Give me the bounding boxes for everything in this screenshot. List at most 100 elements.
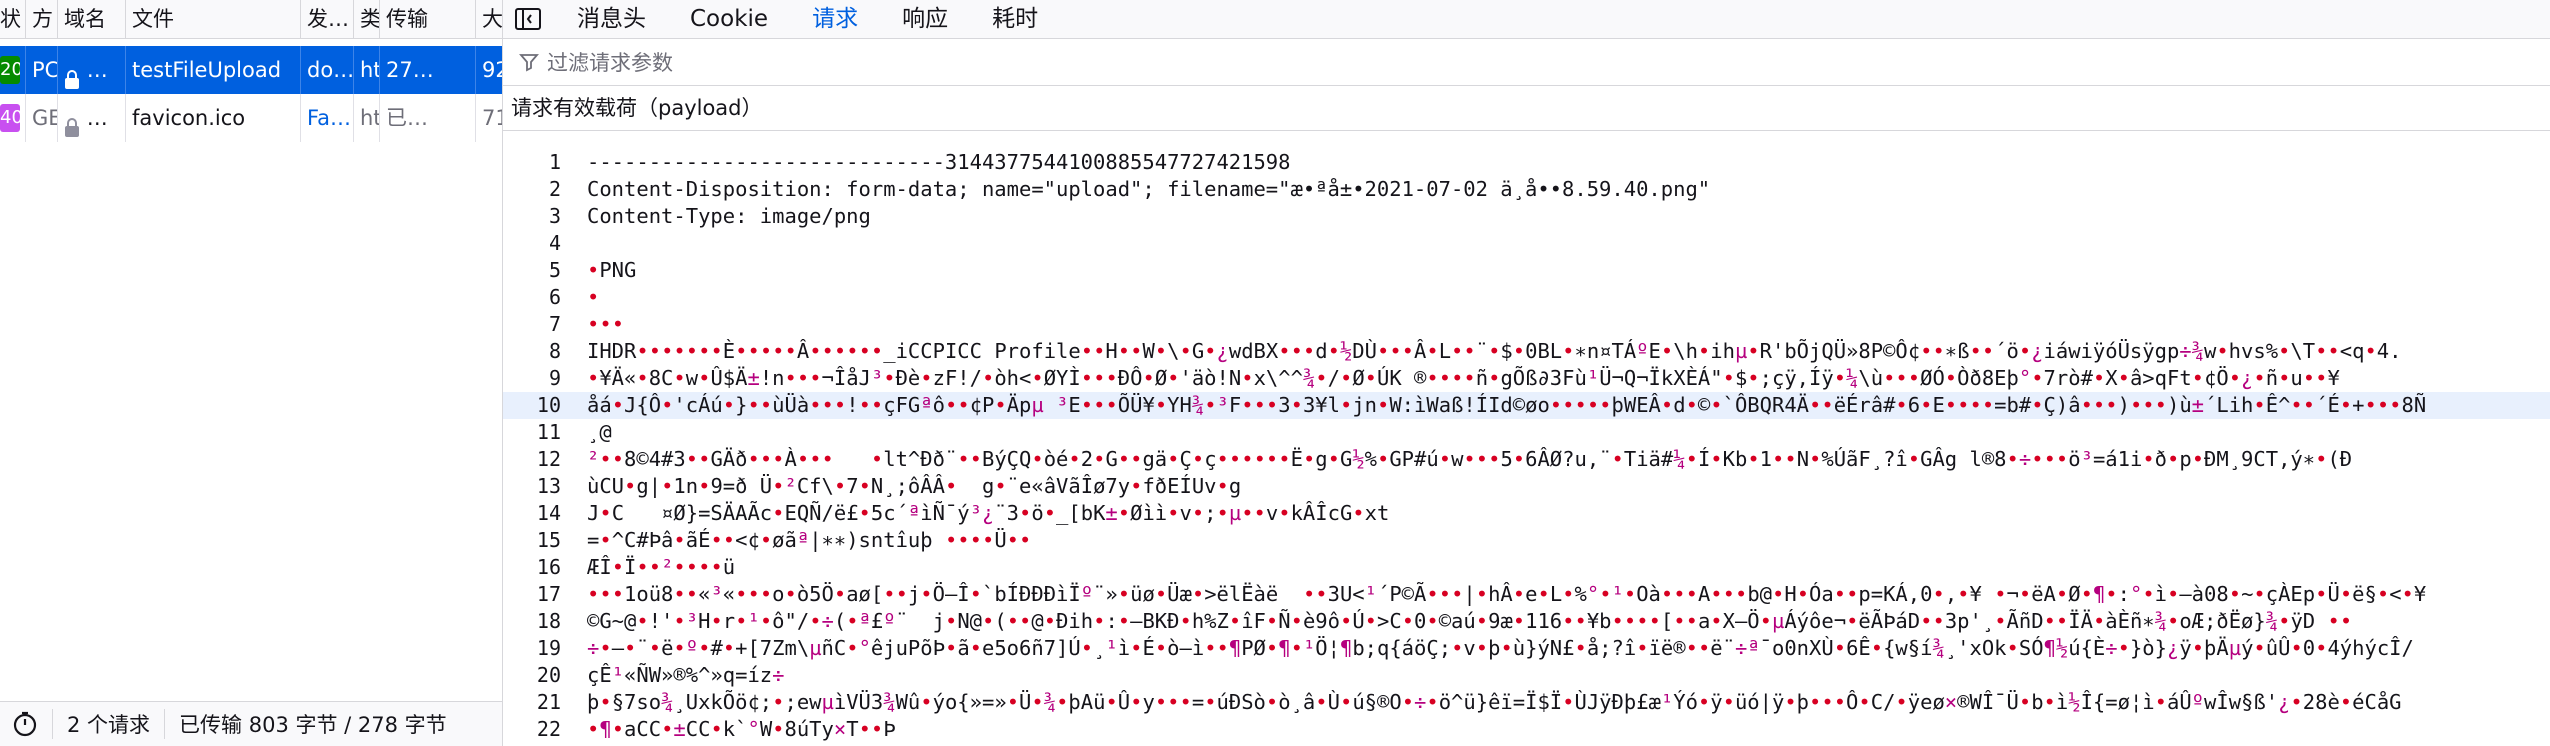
code-line: 6 • [503, 284, 2550, 311]
transferred-cell: 27… [380, 46, 476, 94]
tab-request[interactable]: 请求 [790, 0, 880, 38]
line-number: 19 [536, 636, 561, 660]
line-number: 11 [536, 420, 561, 444]
line-text: ÷•–•¨•ë•º•#•+[7Zm\µñC•°êjuPõÞ•ã•e5o6ñ7]Ú… [587, 636, 2414, 660]
divider [52, 709, 53, 739]
line-text: •••1oü8••«³«•••o•ò5Ö•aø[••j•Ö–Î•`bÍÐÐÐìÏ… [587, 582, 2427, 606]
code-line: 8 IHDR•••••••È•••••Â••••••_iCCPICC Profil… [503, 338, 2550, 365]
line-text: ÆÎ•Ï••²••••ü [587, 555, 736, 579]
line-number: 5 [548, 258, 561, 282]
code-line: 7 ••• [503, 311, 2550, 338]
line-text: ©G~@•!'•³H•r•¹•ô"/•÷(•ª£º¨ j•N@•(••@•Ðih… [587, 609, 2353, 633]
size-cell: 92 [482, 58, 502, 82]
tab-headers[interactable]: 消息头 [555, 0, 668, 38]
method-cell: PC [26, 46, 58, 94]
col-domain-header[interactable]: 域名 [58, 0, 126, 38]
domain-text: … [86, 106, 108, 130]
line-number: 6 [548, 285, 561, 309]
code-line: 1 -----------------------------3144377544… [503, 149, 2550, 176]
filter-input[interactable]: 过滤请求参数 [547, 47, 673, 77]
domain-text: … [86, 58, 108, 82]
code-line: 20 çÊ¹«ÑW»®%^»q=íz÷ [503, 662, 2550, 689]
code-line: 16 ÆÎ•Ï••²••••ü [503, 554, 2550, 581]
code-line: 22 •¶•aCC•±CC•k`°W•8úTy×T••Þ [503, 716, 2550, 743]
file-cell: testFileUpload [126, 46, 301, 94]
col-status-header[interactable]: 状 [0, 0, 26, 38]
col-method-header[interactable]: 方 [26, 0, 58, 38]
line-number: 22 [536, 717, 561, 741]
transferred-summary: 已传输 803 字节 / 278 字节 [179, 713, 447, 737]
code-line: 12 ²••8©4#3••GÄð•••À••• •lt^Ðð¨••BýÇQ•òé•… [503, 446, 2550, 473]
line-text: þ•§7so¾¸UxkÕö¢;•;ewµìVÜ3¾Wû•ýo{»=»•Ü•¾•þ… [587, 690, 2402, 714]
domain-cell: … [58, 46, 126, 94]
type-cell: ht [354, 94, 380, 142]
file-cell: favicon.ico [126, 94, 301, 142]
code-line: 19 ÷•–•¨•ë•º•#•+[7Zm\µñC•°êjuPõÞ•ã•e5o6ñ7… [503, 635, 2550, 662]
line-number: 13 [536, 474, 561, 498]
code-line: 5 •PNG [503, 257, 2550, 284]
lock-icon [64, 108, 80, 137]
initiator-cell[interactable]: Fa… [301, 94, 354, 142]
line-text: ²••8©4#3••GÄð•••À••• •lt^Ðð¨••BýÇQ•òé•2•… [587, 447, 2353, 471]
code-line: 17 •••1oü8••«³«•••o•ò5Ö•aø[••j•Ö–Î•`bÍÐÐÐ… [503, 581, 2550, 608]
line-number: 18 [536, 609, 561, 633]
line-number: 9 [548, 366, 561, 390]
line-number: 12 [536, 447, 561, 471]
line-number: 1 [548, 150, 561, 174]
line-text: çÊ¹«ÑW»®%^»q=íz÷ [587, 663, 785, 687]
line-text: • [587, 285, 600, 309]
request-list-panel: 状 方 域名 文件 发… 类 传输 大 20 PC … testFileUplo… [0, 0, 503, 746]
payload-section-title[interactable]: 请求有效载荷（payload） [503, 86, 2550, 131]
size-cell: 71 [482, 106, 502, 130]
status-bar: 2 个请求 已传输 803 字节 / 278 字节 [0, 701, 502, 746]
line-text: ùCU•g|•1n•9=ð Ü•²Cf\•7•N¸;ôÂÂ• g•¨e«âVãÎ… [587, 474, 1242, 498]
details-tabbar: 消息头 Cookie 请求 响应 耗时 [503, 0, 2550, 39]
col-transferred-header[interactable]: 传输 [380, 0, 476, 38]
line-text: •¥Ä«•8C•w•Û$Ä±!n•••¬ÎåJ³•Ðè•zF!/•òh<•ØYÌ… [587, 366, 2340, 390]
payload-viewer[interactable]: 1 -----------------------------3144377544… [503, 143, 2550, 746]
line-number: 2 [548, 177, 561, 201]
toggle-sidebar-icon[interactable] [511, 0, 545, 38]
col-initiator-header[interactable]: 发… [301, 0, 354, 38]
line-text: •PNG [587, 258, 637, 282]
divider [164, 709, 166, 739]
code-line: 21 þ•§7so¾¸UxkÕö¢;•;ewµìVÜ3¾Wû•ýo{»=»•Ü•¾… [503, 689, 2550, 716]
line-number: 3 [548, 204, 561, 228]
type-cell: ht [354, 46, 380, 94]
filter-bar[interactable]: 过滤请求参数 [503, 39, 2550, 86]
line-number: 15 [536, 528, 561, 552]
line-number: 7 [548, 312, 561, 336]
lock-icon [64, 60, 80, 89]
code-line: 18 ©G~@•!'•³H•r•¹•ô"/•÷(•ª£º¨ j•N@•(••@•Ð… [503, 608, 2550, 635]
code-line: 9 •¥Ä«•8C•w•Û$Ä±!n•••¬ÎåJ³•Ðè•zF!/•òh<•ØY… [503, 365, 2550, 392]
initiator-cell[interactable]: do… [301, 46, 354, 94]
line-text: ¸@ [587, 420, 612, 444]
line-text: =•^C#Þâ•ãÉ••<¢•øãª|∗∗)sntîuþ ••••Ü•• [587, 528, 1032, 552]
details-panel: 消息头 Cookie 请求 响应 耗时 过滤请求参数 请求有效载荷（payloa… [503, 0, 2550, 746]
line-number: 17 [536, 582, 561, 606]
col-size-header[interactable]: 大 [476, 0, 502, 38]
status-badge: 20 [0, 56, 20, 84]
code-line: 13 ùCU•g|•1n•9=ð Ü•²Cf\•7•N¸;ôÂÂ• g•¨e«âV… [503, 473, 2550, 500]
line-text: ••• [587, 312, 625, 336]
line-text: -----------------------------31443775441… [587, 150, 1291, 174]
domain-cell: … [58, 94, 126, 142]
request-row[interactable]: 40 GE … favicon.ico Fa… ht 已… 71 [0, 94, 502, 142]
line-text: J•C ¤Ø}=SÄAÃc•EQÑ/ë£•5c´ªìÑ¯ý³¿¨3•ö•_[bK… [587, 501, 1390, 525]
stopwatch-icon[interactable] [12, 711, 38, 737]
status-cell: 40 [0, 94, 26, 142]
line-number: 21 [536, 690, 561, 714]
col-file-header[interactable]: 文件 [126, 0, 301, 38]
line-number: 16 [536, 555, 561, 579]
status-badge: 40 [0, 104, 20, 132]
line-text: Content-Disposition: form-data; name="up… [587, 177, 1711, 201]
col-type-header[interactable]: 类 [354, 0, 380, 38]
line-number: 14 [536, 501, 561, 525]
tab-cookies[interactable]: Cookie [668, 0, 790, 38]
tab-timings[interactable]: 耗时 [970, 0, 1060, 38]
code-line: 11 ¸@ [503, 419, 2550, 446]
code-line: 15 =•^C#Þâ•ãÉ••<¢•øãª|∗∗)sntîuþ ••••Ü•• [503, 527, 2550, 554]
request-row-selected[interactable]: 20 PC … testFileUpload do… ht 27… 92 [0, 46, 502, 94]
filter-icon [519, 52, 539, 72]
tab-response[interactable]: 响应 [880, 0, 970, 38]
